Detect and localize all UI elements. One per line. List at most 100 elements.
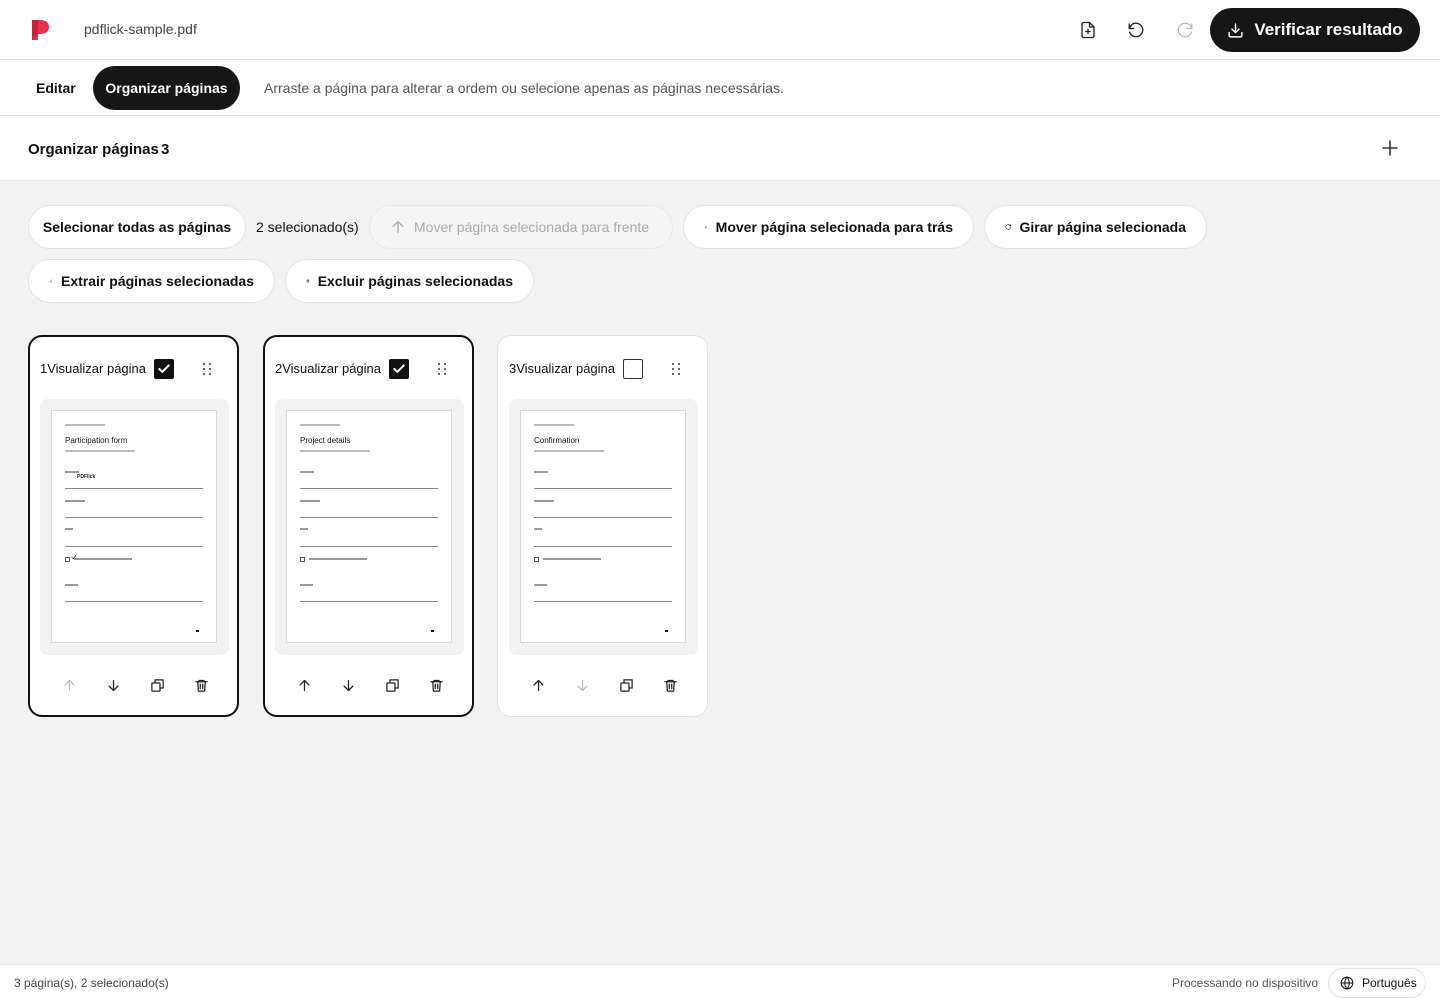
- pdflick-logo: [32, 20, 49, 40]
- language-label: Português: [1362, 976, 1417, 990]
- trash-icon: [663, 679, 677, 692]
- arrow-up-icon: [392, 221, 404, 233]
- select-all-button[interactable]: Selecionar todas as páginas: [28, 205, 246, 249]
- thumb-field-value: PDFlick: [77, 474, 96, 480]
- delete-page-button[interactable]: [424, 673, 448, 697]
- thumb-field-label: [300, 471, 314, 473]
- add-file-button[interactable]: [1074, 16, 1102, 44]
- thumb-field-line: [300, 601, 438, 602]
- globe-icon: [1340, 976, 1354, 990]
- move-forward-label: Mover página selecionada para frente: [414, 219, 650, 235]
- drag-handle-icon[interactable]: [435, 361, 449, 377]
- thumb-field-label: [300, 500, 320, 502]
- drag-handle-icon[interactable]: [669, 361, 683, 377]
- thumb-header-line: [534, 424, 574, 426]
- arrow-down-icon: [343, 679, 353, 691]
- thumb-field-label: [300, 584, 313, 586]
- thumb-doc-title: Project details: [300, 436, 351, 445]
- page-thumbnail[interactable]: Participation form PDFlick: [40, 399, 229, 655]
- page-card[interactable]: 1Visualizar página Participation form PD…: [28, 335, 239, 717]
- thumb-field-line: [65, 517, 203, 518]
- page-select-checkbox[interactable]: [623, 359, 643, 379]
- thumb-header-line: [65, 424, 105, 426]
- thumb-field-label: [534, 584, 547, 586]
- processing-status: Processando no dispositivo: [1172, 976, 1319, 990]
- thumb-page-number: [196, 630, 199, 632]
- page-card-actions: [30, 673, 241, 697]
- thumb-doc-title: Participation form: [65, 436, 128, 445]
- undo-button[interactable]: [1122, 16, 1150, 44]
- trash-icon: [306, 279, 310, 283]
- arrow-up-icon: [64, 679, 74, 691]
- footer-status: 3 página(s), 2 selecionado(s): [14, 976, 169, 990]
- tab-organize-pages[interactable]: Organizar páginas: [93, 66, 240, 110]
- page-card[interactable]: 3Visualizar página Confirmation: [497, 335, 708, 717]
- thumb-checkbox: [534, 557, 539, 562]
- page-card-actions: [499, 673, 710, 697]
- thumb-page-number: [665, 630, 668, 632]
- download-icon: [1228, 22, 1243, 38]
- tab-edit[interactable]: Editar: [22, 66, 90, 110]
- thumb-field-label: [300, 528, 308, 530]
- page-preview-label[interactable]: 3Visualizar página: [509, 361, 615, 376]
- copy-icon: [619, 678, 633, 692]
- thumb-field-label: [534, 500, 554, 502]
- move-page-up-button[interactable]: [57, 673, 81, 697]
- top-bar: pdflick-sample.pdf Verificar resultado: [0, 0, 1440, 60]
- arrow-down-icon: [577, 679, 587, 691]
- thumb-field-line: [65, 488, 203, 489]
- trash-icon: [429, 679, 443, 692]
- thumb-field-line: [300, 488, 438, 489]
- section-header: Organizar páginas 3: [0, 116, 1440, 181]
- move-back-label: Mover página selecionada para trás: [715, 219, 953, 235]
- thumb-field-line: [534, 488, 672, 489]
- undo-icon: [1128, 22, 1144, 38]
- page-thumbnail[interactable]: Project details: [275, 399, 464, 655]
- page-thumbnail[interactable]: Confirmation: [509, 399, 698, 655]
- thumb-field-line: [534, 601, 672, 602]
- mode-tabs: Editar Organizar páginas Arraste a págin…: [0, 60, 1440, 116]
- duplicate-page-button[interactable]: [145, 673, 169, 697]
- page-thumbnail-sheet: Participation form PDFlick: [51, 410, 217, 643]
- redo-button[interactable]: [1171, 16, 1199, 44]
- verify-result-label: Verificar resultado: [1254, 20, 1403, 39]
- thumb-subtitle-line: [65, 450, 135, 452]
- verify-result-button[interactable]: Verificar resultado: [1210, 8, 1420, 52]
- move-back-button[interactable]: Mover página selecionada para trás: [683, 205, 974, 249]
- move-page-down-button[interactable]: [101, 673, 125, 697]
- duplicate-page-button[interactable]: [614, 673, 638, 697]
- drag-handle-icon[interactable]: [200, 361, 214, 377]
- arrow-down-icon: [108, 679, 118, 691]
- move-forward-button[interactable]: Mover página selecionada para frente: [369, 205, 673, 249]
- page-preview-label[interactable]: 2Visualizar página: [275, 361, 381, 376]
- thumb-field-label: [65, 500, 85, 502]
- rotate-button[interactable]: Girar página selecionada: [984, 205, 1207, 249]
- page-select-checkbox[interactable]: [154, 359, 174, 379]
- move-page-up-button[interactable]: [292, 673, 316, 697]
- page-preview-label[interactable]: 1Visualizar página: [40, 361, 146, 376]
- selected-count: 2 selecionado(s): [256, 219, 359, 235]
- page-card[interactable]: 2Visualizar página Project details: [263, 335, 474, 717]
- thumb-checkbox-label: [543, 558, 601, 560]
- thumb-checkbox: [65, 557, 70, 562]
- move-page-down-button[interactable]: [570, 673, 594, 697]
- rotate-icon: [1005, 224, 1011, 230]
- thumb-field-label: [534, 471, 548, 473]
- move-page-up-button[interactable]: [526, 673, 550, 697]
- language-selector[interactable]: Português: [1328, 968, 1426, 998]
- thumb-subtitle-line: [300, 450, 370, 452]
- arrow-down-icon: [49, 279, 53, 283]
- add-page-button[interactable]: [1378, 136, 1402, 160]
- rotate-label: Girar página selecionada: [1019, 219, 1186, 235]
- page-thumbnail-sheet: Project details: [286, 410, 452, 643]
- delete-page-button[interactable]: [189, 673, 213, 697]
- file-name: pdflick-sample.pdf: [84, 21, 197, 37]
- extract-label: Extrair páginas selecionadas: [61, 273, 254, 289]
- thumb-checkbox-label: [74, 558, 132, 560]
- move-page-down-button[interactable]: [336, 673, 360, 697]
- delete-selected-button[interactable]: Excluir páginas selecionadas: [285, 259, 534, 303]
- page-select-checkbox[interactable]: [389, 359, 409, 379]
- duplicate-page-button[interactable]: [380, 673, 404, 697]
- delete-page-button[interactable]: [658, 673, 682, 697]
- extract-button[interactable]: Extrair páginas selecionadas: [28, 259, 275, 303]
